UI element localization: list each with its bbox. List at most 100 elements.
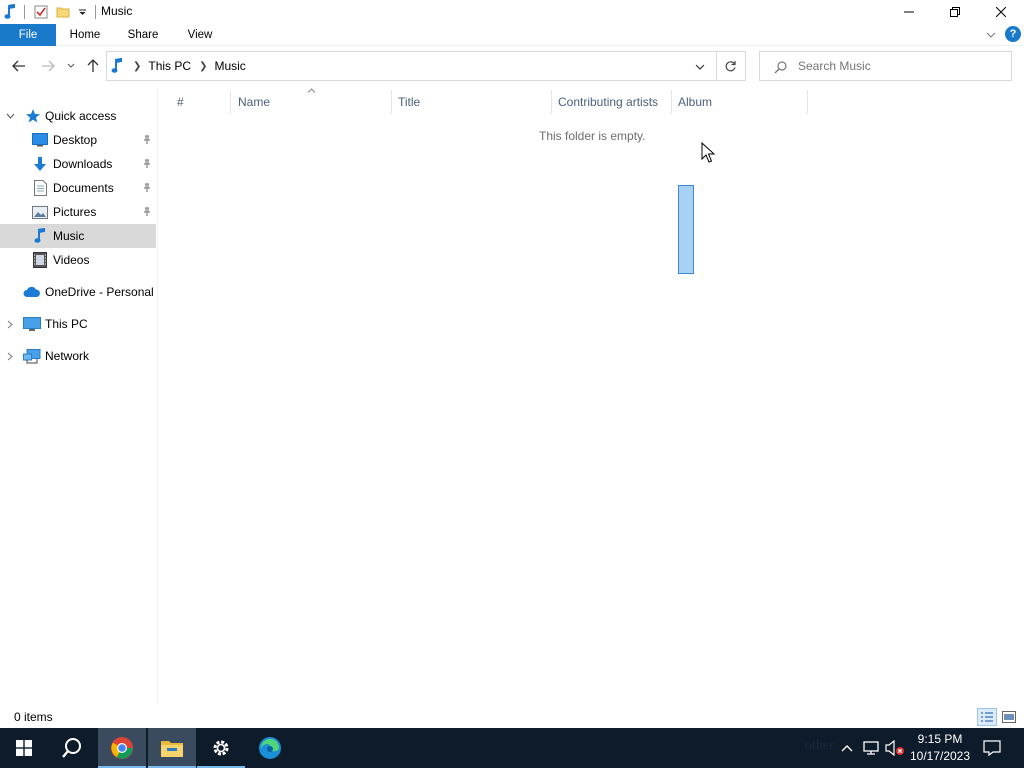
back-button[interactable]: [10, 57, 28, 75]
search-box[interactable]: [759, 51, 1012, 81]
music-icon: [32, 228, 48, 244]
item-count: 0 items: [14, 710, 53, 724]
ribbon-tabs: File Home Share View ?: [0, 24, 1024, 46]
nav-label: OneDrive - Personal: [45, 285, 154, 299]
tab-home[interactable]: Home: [62, 24, 108, 46]
title-bar: Music: [0, 0, 1024, 24]
music-app-icon: [2, 0, 18, 24]
notification-center-icon[interactable]: [982, 738, 1002, 758]
star-icon: [25, 108, 41, 124]
taskbar-clock[interactable]: 9:15 PM 10/17/2023: [908, 731, 972, 765]
status-bar: 0 items: [0, 704, 1024, 728]
sort-arrow-icon: [306, 86, 316, 94]
expand-ribbon-icon[interactable]: [984, 29, 998, 41]
tray-overlay-text: other: [805, 738, 834, 753]
chevron-down-icon[interactable]: [4, 113, 16, 119]
quick-access-toolbar: [0, 0, 96, 24]
address-bar[interactable]: ❯ This PC ❯ Music: [106, 51, 746, 81]
breadcrumb-music[interactable]: Music: [214, 59, 245, 73]
close-button[interactable]: [978, 0, 1024, 24]
sidebar-item-onedrive[interactable]: OneDrive - Personal: [0, 280, 156, 304]
up-button[interactable]: [84, 57, 102, 75]
sidebar-item-music[interactable]: Music: [0, 224, 156, 248]
empty-folder-message: This folder is empty.: [539, 129, 646, 143]
settings-taskbar-button[interactable]: [197, 728, 245, 768]
column-header-title[interactable]: Title: [392, 90, 552, 114]
nav-label: Desktop: [53, 133, 98, 147]
forward-button[interactable]: [39, 57, 57, 75]
chevron-right-icon[interactable]: [4, 320, 16, 329]
pin-icon[interactable]: [141, 207, 153, 217]
nav-label: Documents: [53, 181, 114, 195]
large-icons-view-icon[interactable]: [999, 708, 1019, 726]
breadcrumb-separator-icon[interactable]: ❯: [133, 61, 141, 72]
pin-icon[interactable]: [141, 183, 153, 193]
new-folder-icon[interactable]: [55, 0, 71, 24]
chevron-right-icon[interactable]: [4, 352, 16, 361]
properties-icon[interactable]: [33, 0, 49, 24]
desktop-icon: [32, 132, 48, 148]
search-icon: [772, 59, 788, 75]
chrome-taskbar-button[interactable]: [98, 728, 146, 768]
pin-icon[interactable]: [141, 159, 153, 169]
nav-label: Quick access: [45, 109, 117, 123]
search-input[interactable]: [798, 58, 998, 74]
sidebar-item-this-pc[interactable]: This PC: [0, 312, 156, 336]
clock-time: 9:15 PM: [917, 732, 963, 746]
breadcrumb: ❯ This PC ❯ Music: [111, 52, 246, 80]
sidebar-item-videos[interactable]: Videos: [0, 248, 156, 272]
selection-rectangle: [678, 185, 694, 274]
tab-file[interactable]: File: [0, 24, 56, 46]
cloud-icon: [23, 284, 41, 300]
mouse-cursor-icon: [701, 141, 716, 164]
nav-label: Videos: [53, 253, 90, 267]
breadcrumb-separator-icon[interactable]: ❯: [199, 61, 207, 72]
network-icon: [23, 348, 41, 364]
taskbar: other 9:15 PM 10/17/2023: [0, 728, 1024, 768]
sidebar-item-documents[interactable]: Documents: [0, 176, 156, 200]
file-explorer-taskbar-button[interactable]: [148, 728, 196, 768]
nav-label: Pictures: [53, 205, 97, 219]
network-status-icon[interactable]: [861, 738, 881, 758]
window-title: Music: [101, 4, 133, 18]
navigation-pane: Quick access Desktop Downloads Documents: [0, 88, 158, 704]
computer-icon: [23, 316, 41, 332]
pictures-icon: [32, 204, 48, 220]
start-button[interactable]: [0, 728, 48, 768]
window-controls: [886, 0, 1024, 24]
tab-share[interactable]: Share: [120, 24, 166, 46]
volume-muted-icon[interactable]: [885, 738, 905, 758]
nav-label: This PC: [45, 317, 88, 331]
sidebar-item-pictures[interactable]: Pictures: [0, 200, 156, 224]
edge-taskbar-button[interactable]: [246, 728, 294, 768]
recent-locations-button[interactable]: [64, 57, 78, 75]
breadcrumb-this-pc[interactable]: This PC: [148, 59, 191, 73]
nav-quick-access[interactable]: Quick access: [0, 104, 156, 128]
videos-icon: [32, 252, 48, 268]
search-taskbar-button[interactable]: [48, 728, 96, 768]
restore-button[interactable]: [932, 0, 978, 24]
qat-separator: [24, 5, 25, 19]
column-header-album[interactable]: Album: [672, 90, 808, 114]
details-view-icon[interactable]: [977, 708, 997, 726]
clock-date: 10/17/2023: [909, 749, 971, 763]
pin-icon[interactable]: [141, 135, 153, 145]
qat-dropdown-icon[interactable]: [75, 0, 89, 24]
documents-icon: [32, 180, 48, 196]
column-header-contributing-artists[interactable]: Contributing artists: [552, 90, 672, 114]
downloads-icon: [32, 156, 48, 172]
nav-label: Downloads: [53, 157, 113, 171]
column-header-number[interactable]: #: [171, 90, 231, 114]
sidebar-item-downloads[interactable]: Downloads: [0, 152, 156, 176]
tab-view[interactable]: View: [178, 24, 222, 46]
nav-label: Network: [45, 349, 90, 363]
nav-label: Music: [53, 229, 85, 243]
address-divider: [716, 52, 717, 80]
sidebar-item-desktop[interactable]: Desktop: [0, 128, 156, 152]
address-dropdown-icon[interactable]: [692, 60, 708, 74]
show-hidden-icons-icon[interactable]: [837, 738, 857, 758]
refresh-icon[interactable]: [722, 58, 738, 74]
minimize-button[interactable]: [886, 0, 932, 24]
sidebar-item-network[interactable]: Network: [0, 344, 156, 368]
help-icon[interactable]: ?: [1005, 26, 1021, 42]
